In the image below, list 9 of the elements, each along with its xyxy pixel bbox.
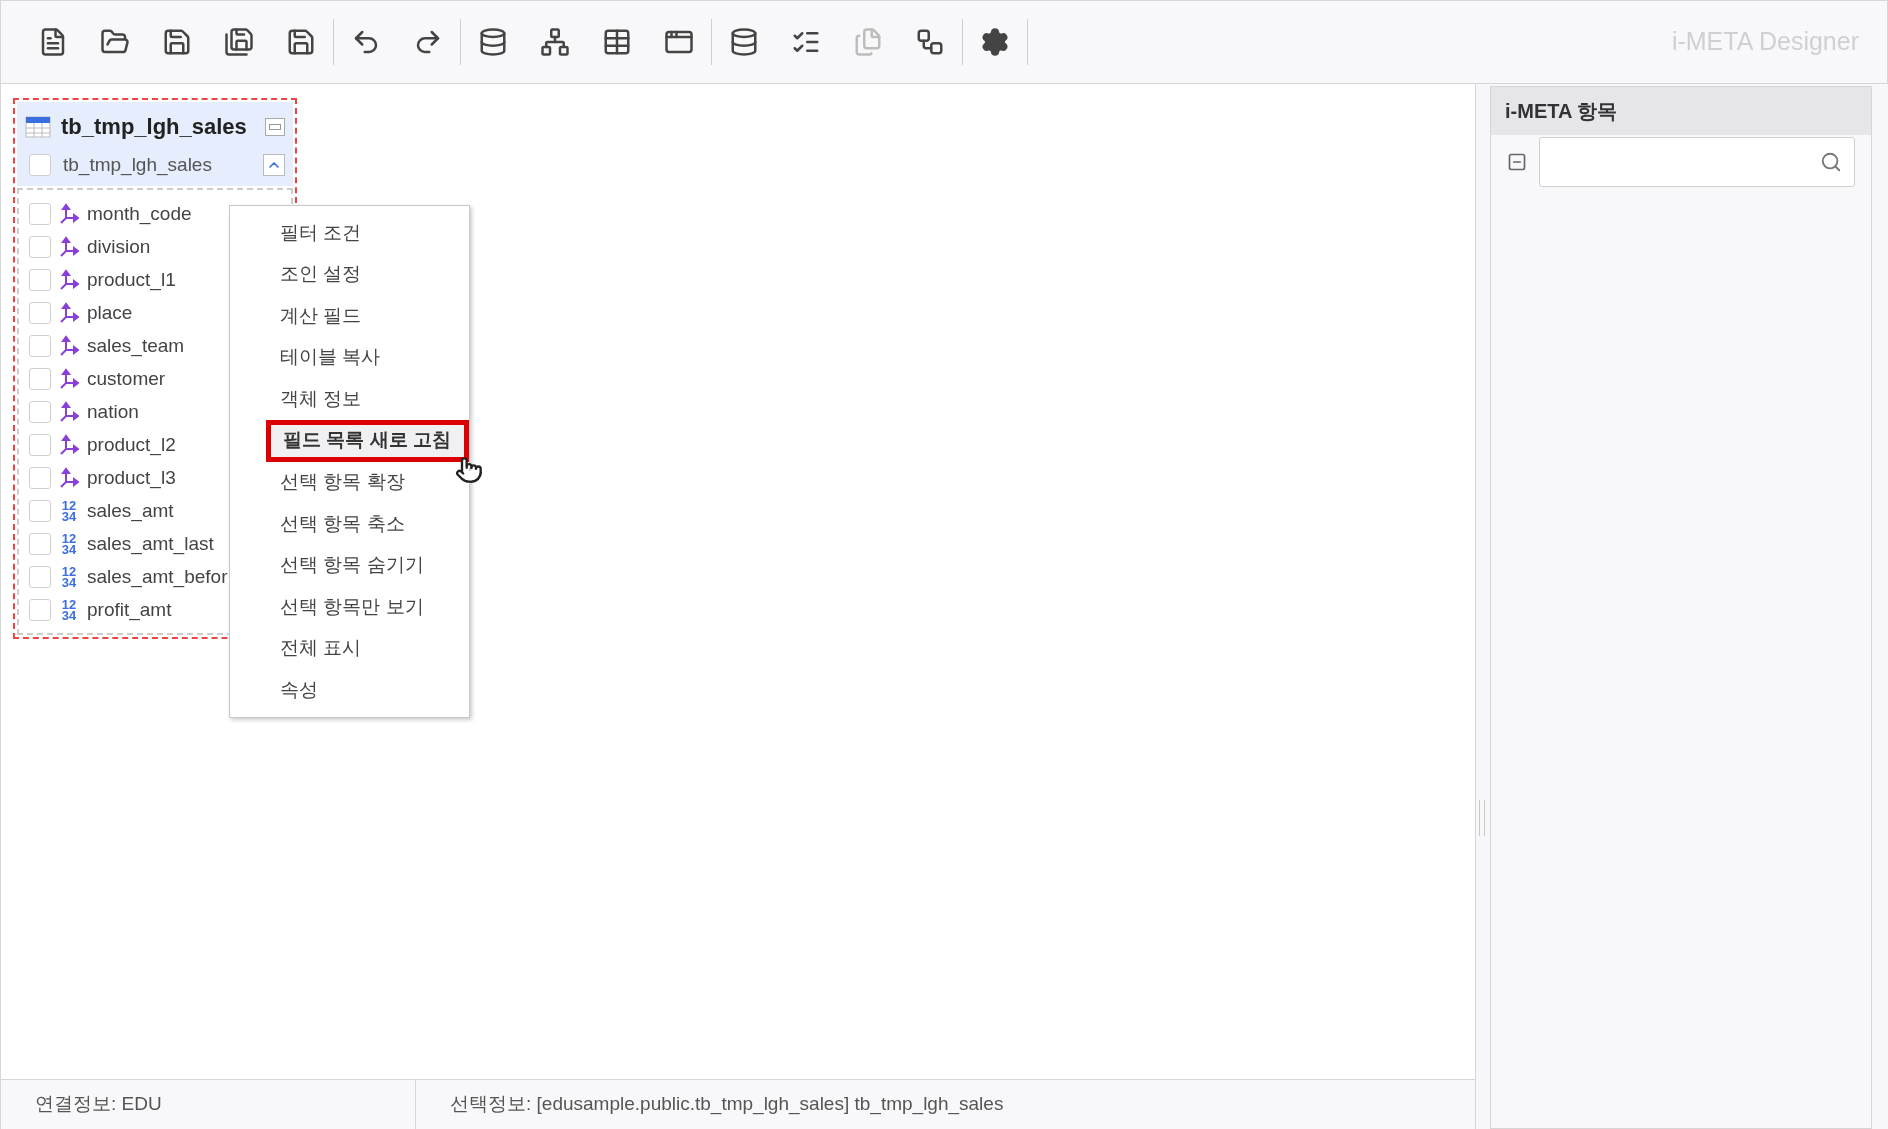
panel-title: i-META 항목: [1505, 99, 1618, 124]
table-subtitle: tb_tmp_lgh_sales: [63, 153, 212, 178]
number-type-icon: 12 34: [59, 599, 79, 621]
number-type-icon: 12 34: [59, 533, 79, 555]
number-type-icon: 12 34: [59, 500, 79, 522]
selection-info: 선택정보: [edusample.public.tb_tmp_lgh_sales] tb_tmp_lgh_sales: [450, 1092, 1004, 1117]
table-title: tb_tmp_lgh_sales: [61, 113, 247, 141]
number-type-icon: 12 34: [59, 566, 79, 588]
connection-info: 연결정보: EDU: [35, 1092, 162, 1117]
